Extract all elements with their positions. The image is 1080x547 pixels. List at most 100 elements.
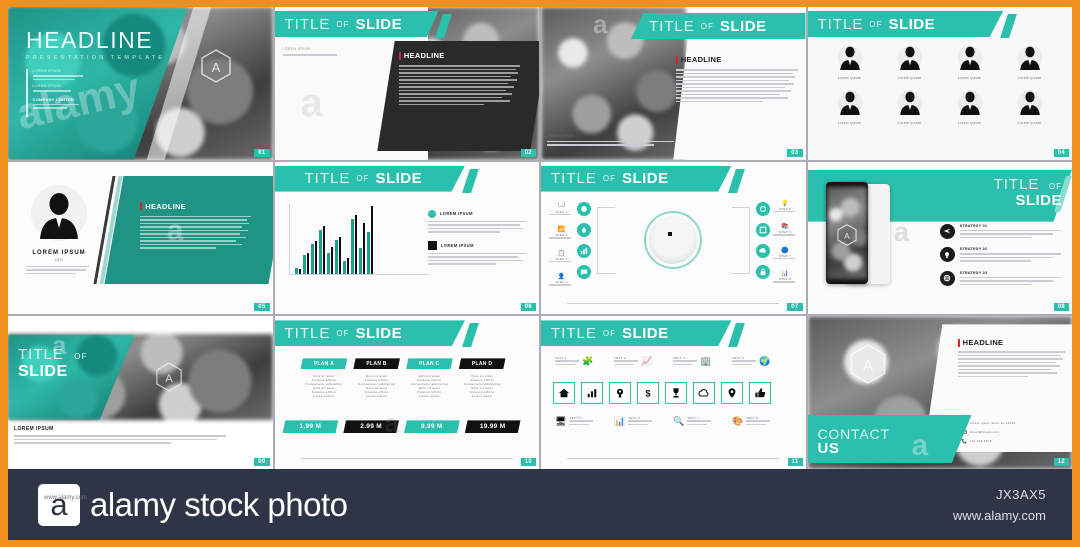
- cloud-icon: [698, 389, 709, 397]
- slide-09[interactable]: TITLE OF SLIDE A LOREM IPSUM a 09: [8, 316, 273, 469]
- svg-text:$: $: [645, 388, 651, 399]
- strategy-item[interactable]: STRATEGY 01: [939, 223, 1062, 241]
- slide-07[interactable]: TITLE OF SLIDE 🗔 STEP 1 📶 STEP 2 📋 STEP …: [541, 161, 806, 315]
- bulb-icon-box[interactable]: [609, 382, 631, 405]
- strategy-item[interactable]: STRATEGY 03: [939, 270, 1062, 288]
- dollar-icon-box[interactable]: $: [637, 382, 659, 405]
- title-part2: OF: [336, 328, 350, 338]
- title-part2: OF: [700, 21, 714, 31]
- process-icon-left-4[interactable]: [577, 264, 591, 279]
- home-icon-box[interactable]: [553, 382, 575, 405]
- slide-11-title: TITLE OF SLIDE: [541, 320, 732, 347]
- slide-04-title: TITLE OF SLIDE: [807, 11, 1004, 37]
- slide-grid: HEADLINE PRESENTATION TEMPLATE LOREM IPS…: [8, 7, 1072, 469]
- title-part2: OF: [1048, 181, 1062, 191]
- profile-role: CEO: [54, 257, 64, 262]
- price-tab-a[interactable]: 1.99 M: [282, 420, 339, 434]
- slide-03[interactable]: TITLE OF SLIDE HEADLINE LOREM IPSUM a 03: [541, 7, 806, 160]
- slide-05[interactable]: LOREM IPSUM CEO HEADLINE a 05: [8, 161, 273, 315]
- team-member[interactable]: Lorem Ipsum: [940, 45, 1000, 80]
- team-label: Lorem Ipsum: [897, 121, 922, 125]
- svg-text:A: A: [165, 374, 173, 386]
- plan-tab-a[interactable]: PLAN A: [300, 358, 348, 370]
- contact-row[interactable]: +01 234 5678: [961, 438, 1068, 444]
- contact-headline: HEADLINE: [958, 338, 1065, 347]
- process-icon-right-4[interactable]: [755, 264, 770, 279]
- alamy-brand-text: alamy stock photo: [90, 485, 348, 523]
- bar-group: [342, 258, 349, 274]
- process-label-left-3: 📋 STEP 3: [549, 250, 574, 265]
- slide-03-title: TITLE OF SLIDE: [630, 13, 806, 39]
- slide-number-11: 11: [787, 458, 803, 466]
- price-tab-d[interactable]: 19.99 M: [464, 420, 521, 434]
- slide-11[interactable]: TITLE OF SLIDE TEXT 1 🧩 TEXT 2 📈 TEXT 3 …: [541, 316, 806, 469]
- process-icon-right-3[interactable]: [755, 243, 770, 258]
- bar-chart-icon-box[interactable]: [581, 382, 603, 405]
- cloud-icon-box[interactable]: [693, 382, 715, 405]
- team-member[interactable]: Lorem Ipsum: [1000, 90, 1060, 125]
- award-icon: [673, 388, 679, 398]
- title-part3: SLIDE: [719, 17, 767, 35]
- slide-02-label: LOREM IPSUM: [282, 47, 311, 51]
- title-part3: SLIDE: [375, 170, 423, 188]
- title-part2: OF: [602, 328, 616, 338]
- legend-swatch-2: [427, 240, 437, 250]
- contact-row[interactable]: Lorem ipsum dolor sit 12345: [961, 420, 1068, 426]
- price-tab-c[interactable]: 9.99 M: [404, 420, 460, 434]
- team-member[interactable]: Lorem Ipsum: [820, 90, 880, 125]
- plan-tab-c[interactable]: PLAN C: [406, 358, 453, 370]
- legend-swatch-1: [427, 209, 436, 218]
- price-tab-b[interactable]: 2.99 M: [343, 420, 399, 434]
- slide-02[interactable]: TITLE OF SLIDE LOREM IPSUM HEADLINE 02: [274, 7, 539, 160]
- process-label-right-1: 💡 STEP 5: [772, 200, 798, 215]
- alamy-url[interactable]: www.alamy.com: [953, 508, 1046, 523]
- team-member[interactable]: Lorem Ipsum: [1000, 45, 1060, 80]
- plan-features-d: Quis sit amet Finance efficio Consectetu…: [463, 374, 501, 399]
- cover-meta-2: LOREM IPSUM: [32, 84, 61, 88]
- team-member[interactable]: Lorem Ipsum: [940, 90, 1000, 125]
- cover-meta-0: LOREM IPSUM: [32, 69, 61, 73]
- slide-06[interactable]: TITLE OF SLIDE TITLE OF SLIDE: [274, 161, 539, 315]
- icon-caption-top: TEXT 4 🌍: [732, 356, 771, 367]
- phone-mock-front: A: [825, 181, 868, 284]
- title-part1: TITLE: [551, 170, 597, 188]
- process-icon-right-2[interactable]: [755, 222, 770, 237]
- contact-row[interactable]: lorem@ipsum.com: [960, 429, 1068, 435]
- bar-group: [302, 252, 309, 274]
- slide-04[interactable]: TITLE OF SLIDE Lorem Ipsum Lorem Ipsum L…: [807, 7, 1072, 160]
- slide-08[interactable]: TITLE OF SLIDE A STRATEGY 01 STRATEGY 02…: [807, 161, 1072, 315]
- slide-01[interactable]: HEADLINE PRESENTATION TEMPLATE LOREM IPS…: [8, 7, 273, 160]
- person-icon: [837, 90, 862, 116]
- image-id: JX3AX5: [996, 486, 1046, 502]
- plan-tab-d[interactable]: PLAN D: [458, 358, 506, 370]
- slide-number-04: 04: [1053, 148, 1069, 157]
- person-icon: [957, 90, 982, 116]
- hex-logo-icon: A: [836, 223, 857, 246]
- team-member[interactable]: Lorem Ipsum: [880, 45, 940, 80]
- plan-tab-b[interactable]: PLAN B: [353, 358, 400, 370]
- slide-12[interactable]: A HEADLINE Lorem ipsum dolor sit 12345 l…: [807, 316, 1072, 469]
- strategy-label: STRATEGY 03: [959, 270, 988, 275]
- bar-group: [350, 214, 357, 274]
- footer-right: JX3AX5 www.alamy.com: [953, 487, 1046, 523]
- award-icon-box[interactable]: [665, 382, 687, 405]
- slide-03-headline: HEADLINE: [676, 55, 798, 64]
- alamy-logo: a: [38, 483, 80, 526]
- team-member[interactable]: Lorem Ipsum: [820, 45, 880, 80]
- process-icon-left-1[interactable]: [577, 201, 591, 216]
- thumbs-up-icon: [755, 388, 766, 398]
- slide-10-title: TITLE OF SLIDE: [274, 320, 465, 347]
- pin-icon-box[interactable]: [721, 382, 743, 405]
- bar-group: [326, 247, 333, 274]
- strategy-item[interactable]: STRATEGY 02: [939, 247, 1062, 264]
- slide-10[interactable]: TITLE OF SLIDE PLAN A PLAN B PLAN C PLAN…: [274, 316, 539, 469]
- team-member[interactable]: Lorem Ipsum: [880, 90, 940, 125]
- plan-features-b: Quis sit amet Finance efficio Consectetu…: [358, 374, 396, 399]
- process-icon-left-2[interactable]: [577, 222, 591, 237]
- bar-chart-plot: [294, 204, 373, 274]
- process-icon-left-3[interactable]: [577, 243, 591, 258]
- bar-group: [310, 241, 317, 274]
- thumbs-up-icon-box[interactable]: [749, 382, 771, 405]
- process-icon-right-1[interactable]: [755, 201, 770, 216]
- globe-icon: [939, 270, 955, 286]
